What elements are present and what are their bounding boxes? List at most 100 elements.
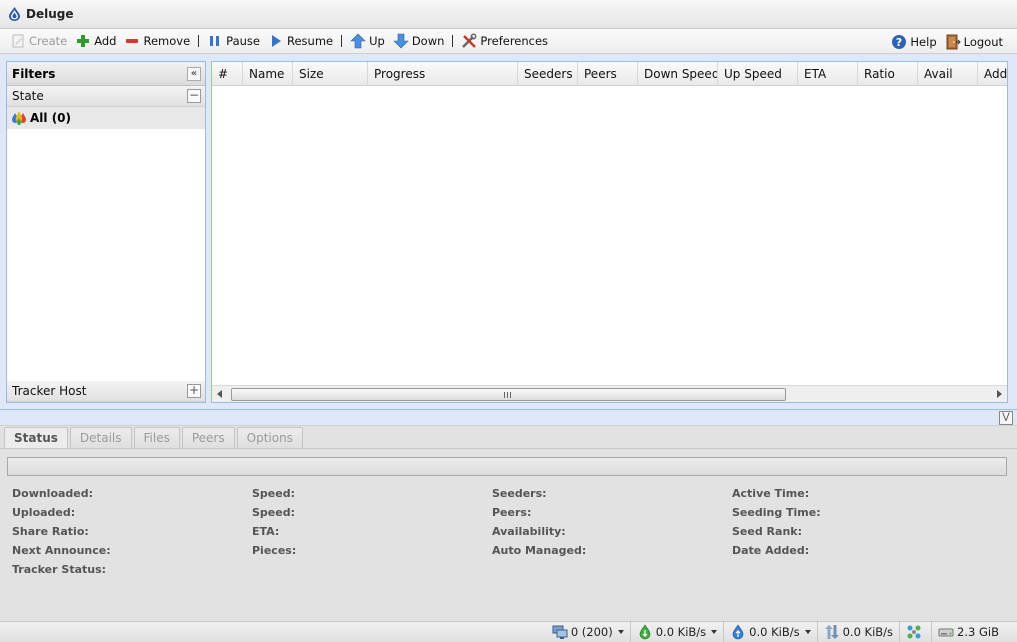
column-header-up-speed[interactable]: Up Speed: [718, 62, 798, 86]
hard-drive-icon: [938, 628, 954, 637]
state-label: State: [12, 89, 44, 103]
column-header-seeders[interactable]: Seeders: [518, 62, 578, 86]
double-chevron-left-icon: «: [190, 68, 198, 79]
filters-title: Filters: [12, 66, 56, 81]
toolbar-right: ? Help Logout: [887, 29, 1007, 54]
column-header-number[interactable]: #: [212, 62, 243, 86]
toolbar: Create Add Remove Pause Resume Up Down P…: [0, 29, 1017, 54]
tracker-status-label: Tracker Status:: [12, 563, 107, 576]
tab-details[interactable]: Details: [69, 427, 132, 449]
torrent-progress-bar: [7, 457, 1007, 476]
toolbar-separator: [452, 35, 454, 47]
create-button[interactable]: Create: [6, 30, 71, 52]
upload-speed-value: 0.0 KiB/s: [749, 625, 800, 639]
connections-status[interactable]: 0 (200): [546, 622, 630, 642]
column-header-avail[interactable]: Avail: [918, 62, 978, 86]
help-icon: ?: [892, 34, 907, 49]
availability-label: Availability:: [492, 525, 566, 538]
grid-header: # Name Size Progress Seeders Peers Down …: [212, 62, 1007, 86]
toolbar-separator: [341, 35, 343, 47]
column-header-name[interactable]: Name: [243, 62, 293, 86]
down-button[interactable]: Down: [389, 30, 449, 52]
play-icon: [271, 35, 281, 47]
column-header-eta[interactable]: ETA: [798, 62, 858, 86]
title-bar: Deluge: [0, 0, 1017, 29]
up-button[interactable]: Up: [346, 30, 389, 52]
details-tabs: Status Details Files Peers Options: [4, 427, 305, 449]
dropdown-arrow-icon: [617, 630, 624, 634]
help-label: Help: [910, 34, 937, 49]
traffic-status: 0.0 KiB/s: [816, 621, 899, 642]
column-header-added[interactable]: Added: [978, 62, 1007, 86]
status-bar: 0 (200) 0.0 KiB/s 0.0 KiB/s 0.0 KiB/s 2.…: [0, 621, 1017, 642]
seeders-label: Seeders:: [492, 487, 547, 500]
upload-speed-label: Speed:: [252, 506, 295, 519]
logout-button[interactable]: Logout: [941, 31, 1007, 53]
svg-text:?: ?: [896, 36, 902, 49]
seed-rank-label: Seed Rank:: [732, 525, 802, 538]
network-connections-icon: [552, 625, 568, 639]
traffic-value: 0.0 KiB/s: [842, 625, 894, 639]
next-announce-label: Next Announce:: [12, 544, 111, 557]
details-panel: Status Details Files Peers Options Downl…: [0, 425, 1017, 621]
collapse-state-button[interactable]: −: [187, 89, 201, 103]
tools-icon: [462, 33, 477, 48]
grip-icon: [504, 392, 511, 398]
date-added-label: Date Added:: [732, 544, 810, 557]
pause-label: Pause: [226, 34, 260, 48]
column-header-size[interactable]: Size: [293, 62, 368, 86]
remove-button[interactable]: Remove: [120, 30, 194, 52]
pause-button[interactable]: Pause: [203, 30, 264, 52]
minus-icon: [126, 39, 139, 43]
main-area: Filters « State − All (0) Tracker Host +: [0, 55, 1017, 409]
column-header-peers[interactable]: Peers: [578, 62, 638, 86]
minus-icon: −: [188, 88, 200, 102]
dht-status: [899, 621, 931, 642]
collapse-details-button[interactable]: ⋁: [999, 411, 1013, 425]
resume-button[interactable]: Resume: [264, 30, 337, 52]
upload-drop-icon: [732, 624, 744, 640]
expand-tracker-button[interactable]: +: [187, 384, 201, 398]
scrollbar-thumb[interactable]: [231, 388, 786, 401]
scroll-right-arrow-icon[interactable]: [997, 390, 1002, 398]
free-space-status: 2.3 GiB: [931, 621, 1005, 642]
plus-icon: +: [188, 383, 200, 397]
pieces-label: Pieces:: [252, 544, 297, 557]
horizontal-scrollbar[interactable]: [212, 385, 1007, 402]
dht-nodes-icon: [907, 625, 921, 639]
column-header-progress[interactable]: Progress: [368, 62, 518, 86]
free-space-value: 2.3 GiB: [957, 625, 999, 639]
state-section-header[interactable]: State −: [7, 86, 205, 107]
double-chevron-down-icon: ⋁: [1002, 412, 1010, 422]
download-speed-status[interactable]: 0.0 KiB/s: [629, 621, 723, 642]
tabs-divider: [0, 448, 1017, 449]
auto-managed-label: Auto Managed:: [492, 544, 587, 557]
filters-panel: Filters « State − All (0) Tracker Host +: [6, 61, 206, 403]
details-splitter[interactable]: ⋁: [0, 409, 1017, 425]
tab-files[interactable]: Files: [133, 427, 180, 449]
filters-header: Filters «: [7, 62, 205, 86]
toolbar-separator: [198, 35, 200, 47]
tab-options[interactable]: Options: [236, 427, 303, 449]
tab-peers[interactable]: Peers: [181, 427, 235, 449]
upload-speed-status[interactable]: 0.0 KiB/s: [723, 621, 816, 642]
scroll-left-arrow-icon[interactable]: [217, 390, 222, 398]
collapse-filters-button[interactable]: «: [187, 67, 201, 81]
active-time-label: Active Time:: [732, 487, 810, 500]
tab-status[interactable]: Status: [4, 427, 68, 449]
state-filter-all[interactable]: All (0): [7, 107, 205, 129]
column-header-ratio[interactable]: Ratio: [858, 62, 918, 86]
all-torrents-icon: [12, 111, 26, 125]
preferences-button[interactable]: Preferences: [457, 30, 552, 52]
column-header-down-speed[interactable]: Down Speed: [638, 62, 718, 86]
downloaded-label: Downloaded:: [12, 487, 94, 500]
help-button[interactable]: ? Help: [887, 31, 940, 53]
add-button[interactable]: Add: [71, 30, 120, 52]
tracker-host-header[interactable]: Tracker Host +: [7, 381, 205, 402]
torrents-grid: # Name Size Progress Seeders Peers Down …: [211, 61, 1008, 403]
connections-value: 0 (200): [570, 625, 613, 639]
traffic-arrows-icon: [824, 625, 839, 639]
down-label: Down: [411, 34, 445, 48]
resume-label: Resume: [286, 34, 334, 48]
state-filter-all-label: All (0): [30, 111, 72, 125]
